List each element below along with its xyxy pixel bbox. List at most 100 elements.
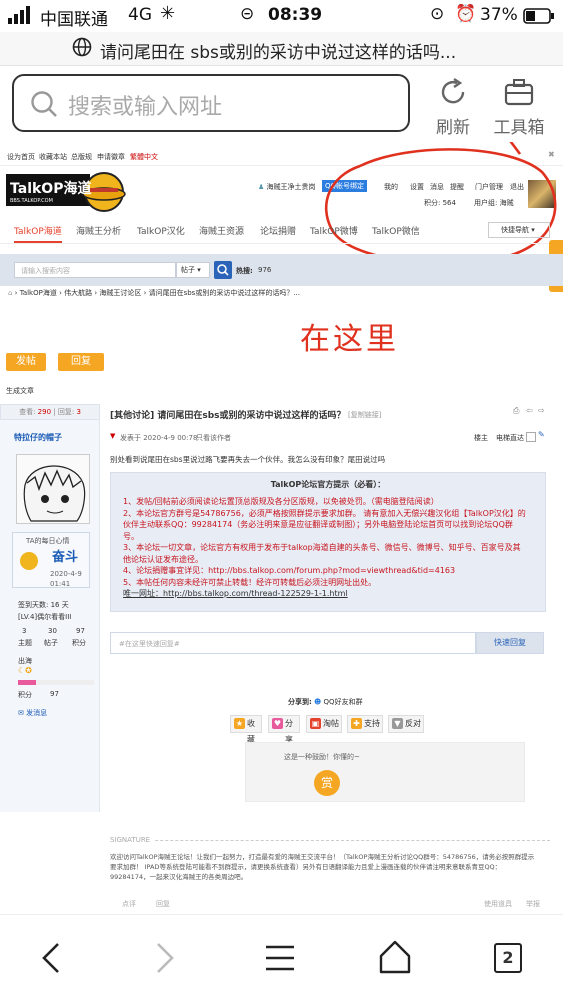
notice-line-8: 5、本帖任何内容未经许可禁止转载！经许可转载后必须注明网址出处。 bbox=[123, 577, 377, 587]
nav-item-talkop[interactable]: TalkOP海道 bbox=[14, 224, 62, 243]
badge-link[interactable]: 申请徽章 bbox=[97, 152, 125, 162]
signature-line-3: 99284174，一起来汉化海贼王的各类周边吧。 bbox=[110, 873, 248, 881]
author-avatar[interactable] bbox=[16, 454, 90, 524]
comment-link[interactable]: 点评 bbox=[122, 899, 136, 909]
forum-search-input[interactable]: 请输入搜索内容 bbox=[14, 262, 176, 278]
reply-link[interactable]: 回复 bbox=[156, 899, 170, 909]
new-post-button[interactable]: 发帖 bbox=[6, 353, 46, 371]
breadcrumb-thread: 请问尾田在sbs或别的采访中说过这样的话吗？... bbox=[148, 289, 301, 297]
nav-item-weibo[interactable]: TalkOP微博 bbox=[310, 224, 358, 237]
thumbs-up-icon: ✚ bbox=[351, 718, 362, 729]
use-item-link[interactable]: 使用道具 bbox=[484, 899, 512, 909]
nav-item-translation[interactable]: TalkOP汉化 bbox=[137, 224, 185, 237]
signature-divider bbox=[110, 840, 550, 841]
hot-search-value[interactable]: 976 bbox=[258, 266, 271, 274]
prev-thread-icon[interactable]: ⇦ bbox=[526, 406, 533, 415]
quick-reply-input[interactable]: #在这里快速回复# bbox=[110, 632, 476, 654]
refresh-button[interactable]: 刷新 bbox=[418, 76, 488, 138]
reward-box bbox=[245, 742, 525, 802]
post-body: 别处看到说尾田在sbs里说过路飞要再失去一个伙伴。我怎么没有印象？尾田说过吗 bbox=[110, 455, 386, 464]
edit-icon[interactable]: ✎ bbox=[538, 430, 545, 439]
stat-threads-value: 3 bbox=[22, 627, 27, 635]
post-meta: 发表于 2020-4-9 00:78 bbox=[120, 434, 198, 442]
stat-threads-label[interactable]: 主题 bbox=[18, 638, 32, 648]
loading-icon: ✳ bbox=[160, 3, 176, 24]
only-author-link[interactable]: 只看该作者 bbox=[196, 433, 231, 443]
breadcrumb-section[interactable]: 伟大航路 bbox=[64, 289, 92, 297]
menu-icon[interactable] bbox=[264, 943, 296, 973]
forum-search-type-label: 帖子 bbox=[181, 266, 195, 274]
traditional-chinese-link[interactable]: 繁體中文 bbox=[130, 152, 158, 162]
points-value: 97 bbox=[50, 690, 59, 698]
quick-reply-button[interactable]: 快速回复 bbox=[476, 632, 544, 654]
rules-link[interactable]: 总版规 bbox=[71, 152, 92, 162]
browser-search-input[interactable]: 搜索或输入网址 bbox=[12, 74, 410, 132]
breadcrumb-site[interactable]: TalkOP海道 bbox=[20, 289, 57, 297]
stat-points-label[interactable]: 积分 bbox=[72, 638, 86, 648]
mood-icon bbox=[20, 552, 38, 570]
share-button-label: 分享 bbox=[285, 719, 293, 744]
battery-label: 37% bbox=[480, 5, 518, 25]
forum-search-type[interactable]: 帖子 ▾ bbox=[176, 262, 210, 278]
nav-item-donate[interactable]: 论坛捐赠 bbox=[260, 224, 296, 237]
forum-search-button[interactable] bbox=[214, 261, 232, 279]
breadcrumb-forum[interactable]: 海贼王讨论区 bbox=[99, 289, 141, 297]
reward-text: 这是一种鼓励！你懂的~ bbox=[284, 753, 360, 761]
next-thread-icon[interactable]: ⇨ bbox=[538, 406, 545, 415]
stat-posts-label[interactable]: 帖子 bbox=[44, 638, 58, 648]
quick-reply-label: 快速回复 bbox=[494, 638, 526, 647]
tab-count: 2 bbox=[502, 948, 514, 967]
quick-nav-button[interactable]: 快捷导航 ▾ bbox=[488, 222, 550, 238]
nav-item-analysis[interactable]: 海贼王分析 bbox=[76, 224, 121, 237]
bookmark-link[interactable]: 收藏本站 bbox=[39, 152, 67, 162]
user-level[interactable]: [LV.4]偶尔看看III bbox=[18, 612, 71, 622]
reply-button[interactable]: 回复 bbox=[58, 353, 104, 371]
search-icon bbox=[217, 264, 229, 276]
mood-word: 奋斗 bbox=[52, 550, 79, 565]
oppose-button[interactable]: ▼ 反对 bbox=[388, 715, 424, 733]
send-message-link[interactable]: ✉ 发消息 bbox=[18, 708, 47, 718]
thread-title: [其他讨论] 请问尾田在sbs或别的采访中说过这样的话吗？ bbox=[110, 411, 346, 421]
favorite-button[interactable]: ★ 收藏 bbox=[230, 715, 262, 744]
copy-link-button[interactable]: [复制链接] bbox=[348, 410, 381, 420]
author-name[interactable]: 特拉仔的帽子 bbox=[14, 432, 62, 443]
stat-posts-value: 30 bbox=[48, 627, 57, 635]
thumbs-down-icon: ▼ bbox=[392, 718, 403, 729]
taotie-button[interactable]: ▣ 淘帖 bbox=[306, 715, 342, 733]
refresh-label: 刷新 bbox=[436, 118, 470, 138]
support-label: 支持 bbox=[364, 719, 380, 728]
notice-unique-url[interactable]: 唯一网址：http://bbs.talkop.com/thread-122529… bbox=[111, 588, 545, 600]
stat-points-value: 97 bbox=[76, 627, 85, 635]
reward-button[interactable]: 赏 bbox=[314, 770, 340, 796]
notice-line-2: 2、本论坛官方群号是54786756，必须严格按照群提示要求加群。 请有意加入无… bbox=[123, 508, 526, 518]
jump-to-floor[interactable]: 电梯直达 bbox=[496, 433, 524, 443]
replies-label: 回复: bbox=[57, 408, 75, 416]
generate-article-link[interactable]: 生成文章 bbox=[6, 386, 34, 396]
jump-input[interactable] bbox=[526, 432, 536, 442]
site-logo[interactable]: TalkOP海道 BBS.TALKOP.COM bbox=[6, 170, 126, 214]
notice-line-1: 1、发帖/回帖前必须阅读论坛置顶总版规及各分区版规，以免被处罚。（需电脑登陆阅读… bbox=[123, 497, 439, 506]
nav-item-resources[interactable]: 海贼王资源 bbox=[199, 224, 244, 237]
share-button[interactable]: ♥ 分享 bbox=[268, 715, 300, 744]
nav-item-wechat[interactable]: TalkOP微信 bbox=[372, 224, 420, 237]
home-icon[interactable] bbox=[378, 939, 412, 975]
points-label: 积分 bbox=[18, 691, 32, 699]
print-icon[interactable]: ⎙ bbox=[513, 406, 519, 416]
forward-icon[interactable] bbox=[150, 941, 180, 975]
signal-icon bbox=[8, 6, 34, 29]
search-icon bbox=[30, 90, 58, 122]
report-link[interactable]: 举报 bbox=[526, 899, 540, 909]
page-title-bar[interactable]: 请问尾田在 sbs或别的采访中说过这样的话吗... bbox=[0, 32, 563, 66]
set-homepage-link[interactable]: 设为首页 bbox=[7, 152, 35, 162]
mood-time: 01:41 bbox=[50, 580, 71, 588]
support-button[interactable]: ✚ 支持 bbox=[347, 715, 383, 733]
clock-label: 08:39 bbox=[268, 5, 323, 25]
share-qq-link[interactable]: ☻ QQ好友和群 bbox=[314, 697, 363, 707]
browser-bottom-bar: 2 bbox=[0, 914, 563, 1000]
tabs-button[interactable]: 2 bbox=[494, 943, 522, 973]
notice-line-3: 伙伴主动联系QQ：99284174（务必注明来意是应征翻译或制图）；另外电脑登陆… bbox=[123, 520, 513, 529]
back-icon[interactable] bbox=[36, 941, 66, 975]
share-label: 分享到: bbox=[288, 698, 312, 706]
home-icon[interactable]: ⌂ bbox=[8, 289, 12, 297]
toolbox-button[interactable]: 工具箱 bbox=[484, 76, 554, 138]
